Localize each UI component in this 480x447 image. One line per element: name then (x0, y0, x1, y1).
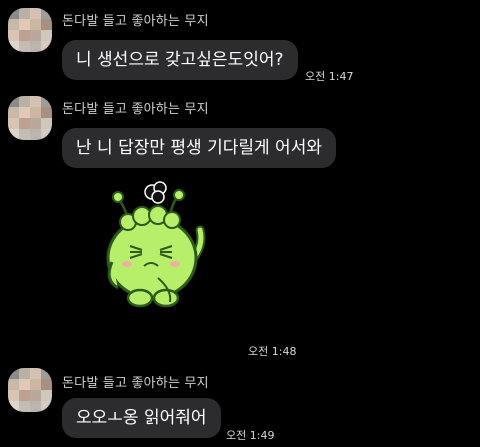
message-bubble[interactable]: 니 생선으로 갖고싶은도잇어? (62, 40, 298, 80)
avatar[interactable] (8, 96, 52, 140)
sender-name: 돈다발 들고 좋아하는 무지 (62, 376, 209, 391)
message-bubble[interactable]: 난 니 답장만 평생 기다릴게 어서와 (62, 128, 336, 168)
message-time: 오전 1:48 (248, 345, 297, 358)
sender-name: 돈다발 들고 좋아하는 무지 (62, 14, 209, 29)
message-time: 오전 1:49 (226, 429, 275, 442)
message-bubble[interactable]: 오오ㅗ옹 읽어줘어 (62, 398, 221, 438)
message-time: 오전 1:47 (305, 70, 354, 83)
green-character-sticker[interactable] (100, 180, 210, 320)
sender-name: 돈다발 들고 좋아하는 무지 (62, 102, 209, 117)
avatar[interactable] (8, 368, 52, 412)
avatar[interactable] (8, 8, 52, 52)
